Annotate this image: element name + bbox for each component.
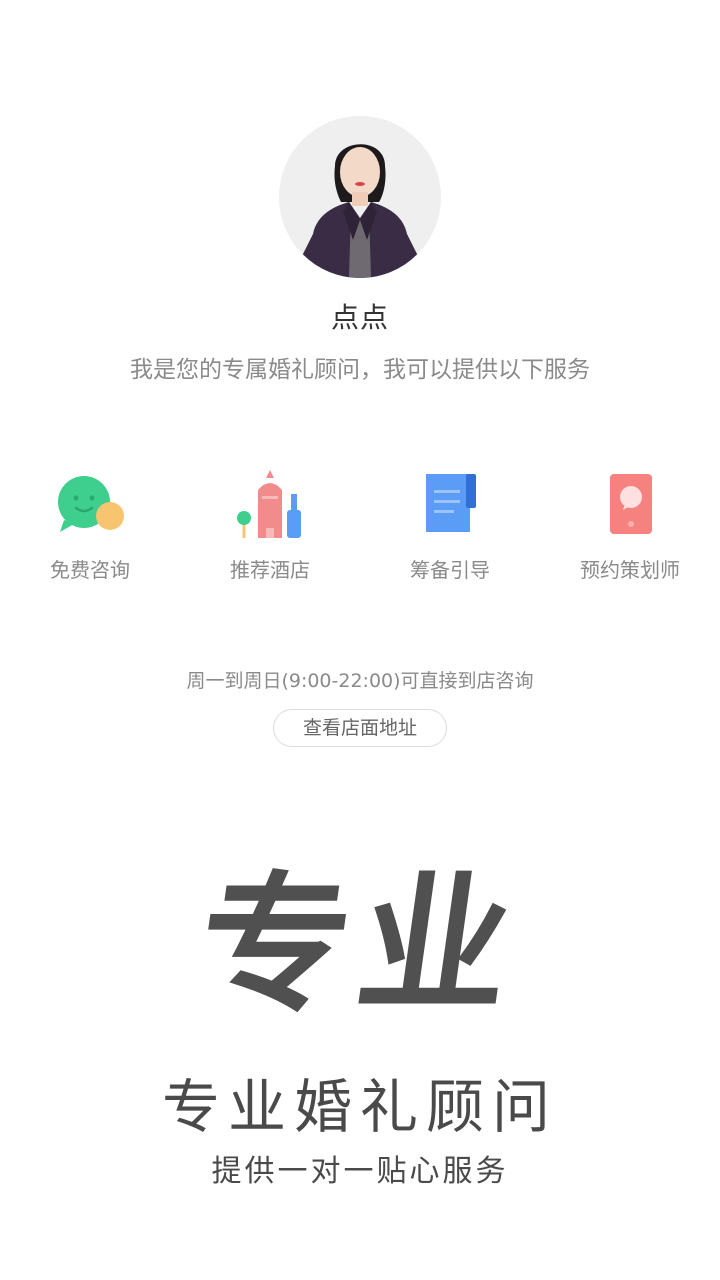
view-store-address-button[interactable]: 查看店面地址 [273, 709, 447, 747]
service-label: 免费咨询 [50, 558, 130, 582]
chat-bubbles-icon [58, 476, 124, 532]
service-grid: 免费咨询 推荐酒店 筹备引导 预约策划师 [0, 470, 720, 590]
calligraphy-banner: 专业 [187, 857, 533, 1033]
advisor-page: 点点 我是您的专属婚礼顾问，我可以提供以下服务 免费咨询 推荐酒店 筹备引导 预… [0, 0, 720, 1280]
guide-document-icon [426, 474, 476, 532]
service-free-consult[interactable]: 免费咨询 [0, 470, 180, 590]
advisor-photo [279, 116, 441, 278]
service-label: 筹备引导 [410, 558, 490, 582]
hotel-buildings-icon [237, 470, 301, 538]
service-prep-guide[interactable]: 筹备引导 [360, 470, 540, 590]
phone-message-icon [610, 474, 652, 534]
banner-title: 专业婚礼顾问 [161, 1073, 558, 1141]
avatar [279, 116, 441, 278]
advisor-name: 点点 [330, 301, 389, 334]
store-hours: 周一到周日(9:00-22:00)可直接到店咨询 [186, 670, 534, 692]
advisor-intro: 我是您的专属婚礼顾问，我可以提供以下服务 [130, 357, 590, 383]
service-book-planner[interactable]: 预约策划师 [540, 470, 720, 590]
banner-subtitle: 提供一对一贴心服务 [211, 1154, 509, 1189]
service-label: 预约策划师 [580, 558, 680, 582]
service-recommend-hotel[interactable]: 推荐酒店 [180, 470, 360, 590]
service-label: 推荐酒店 [230, 558, 310, 582]
